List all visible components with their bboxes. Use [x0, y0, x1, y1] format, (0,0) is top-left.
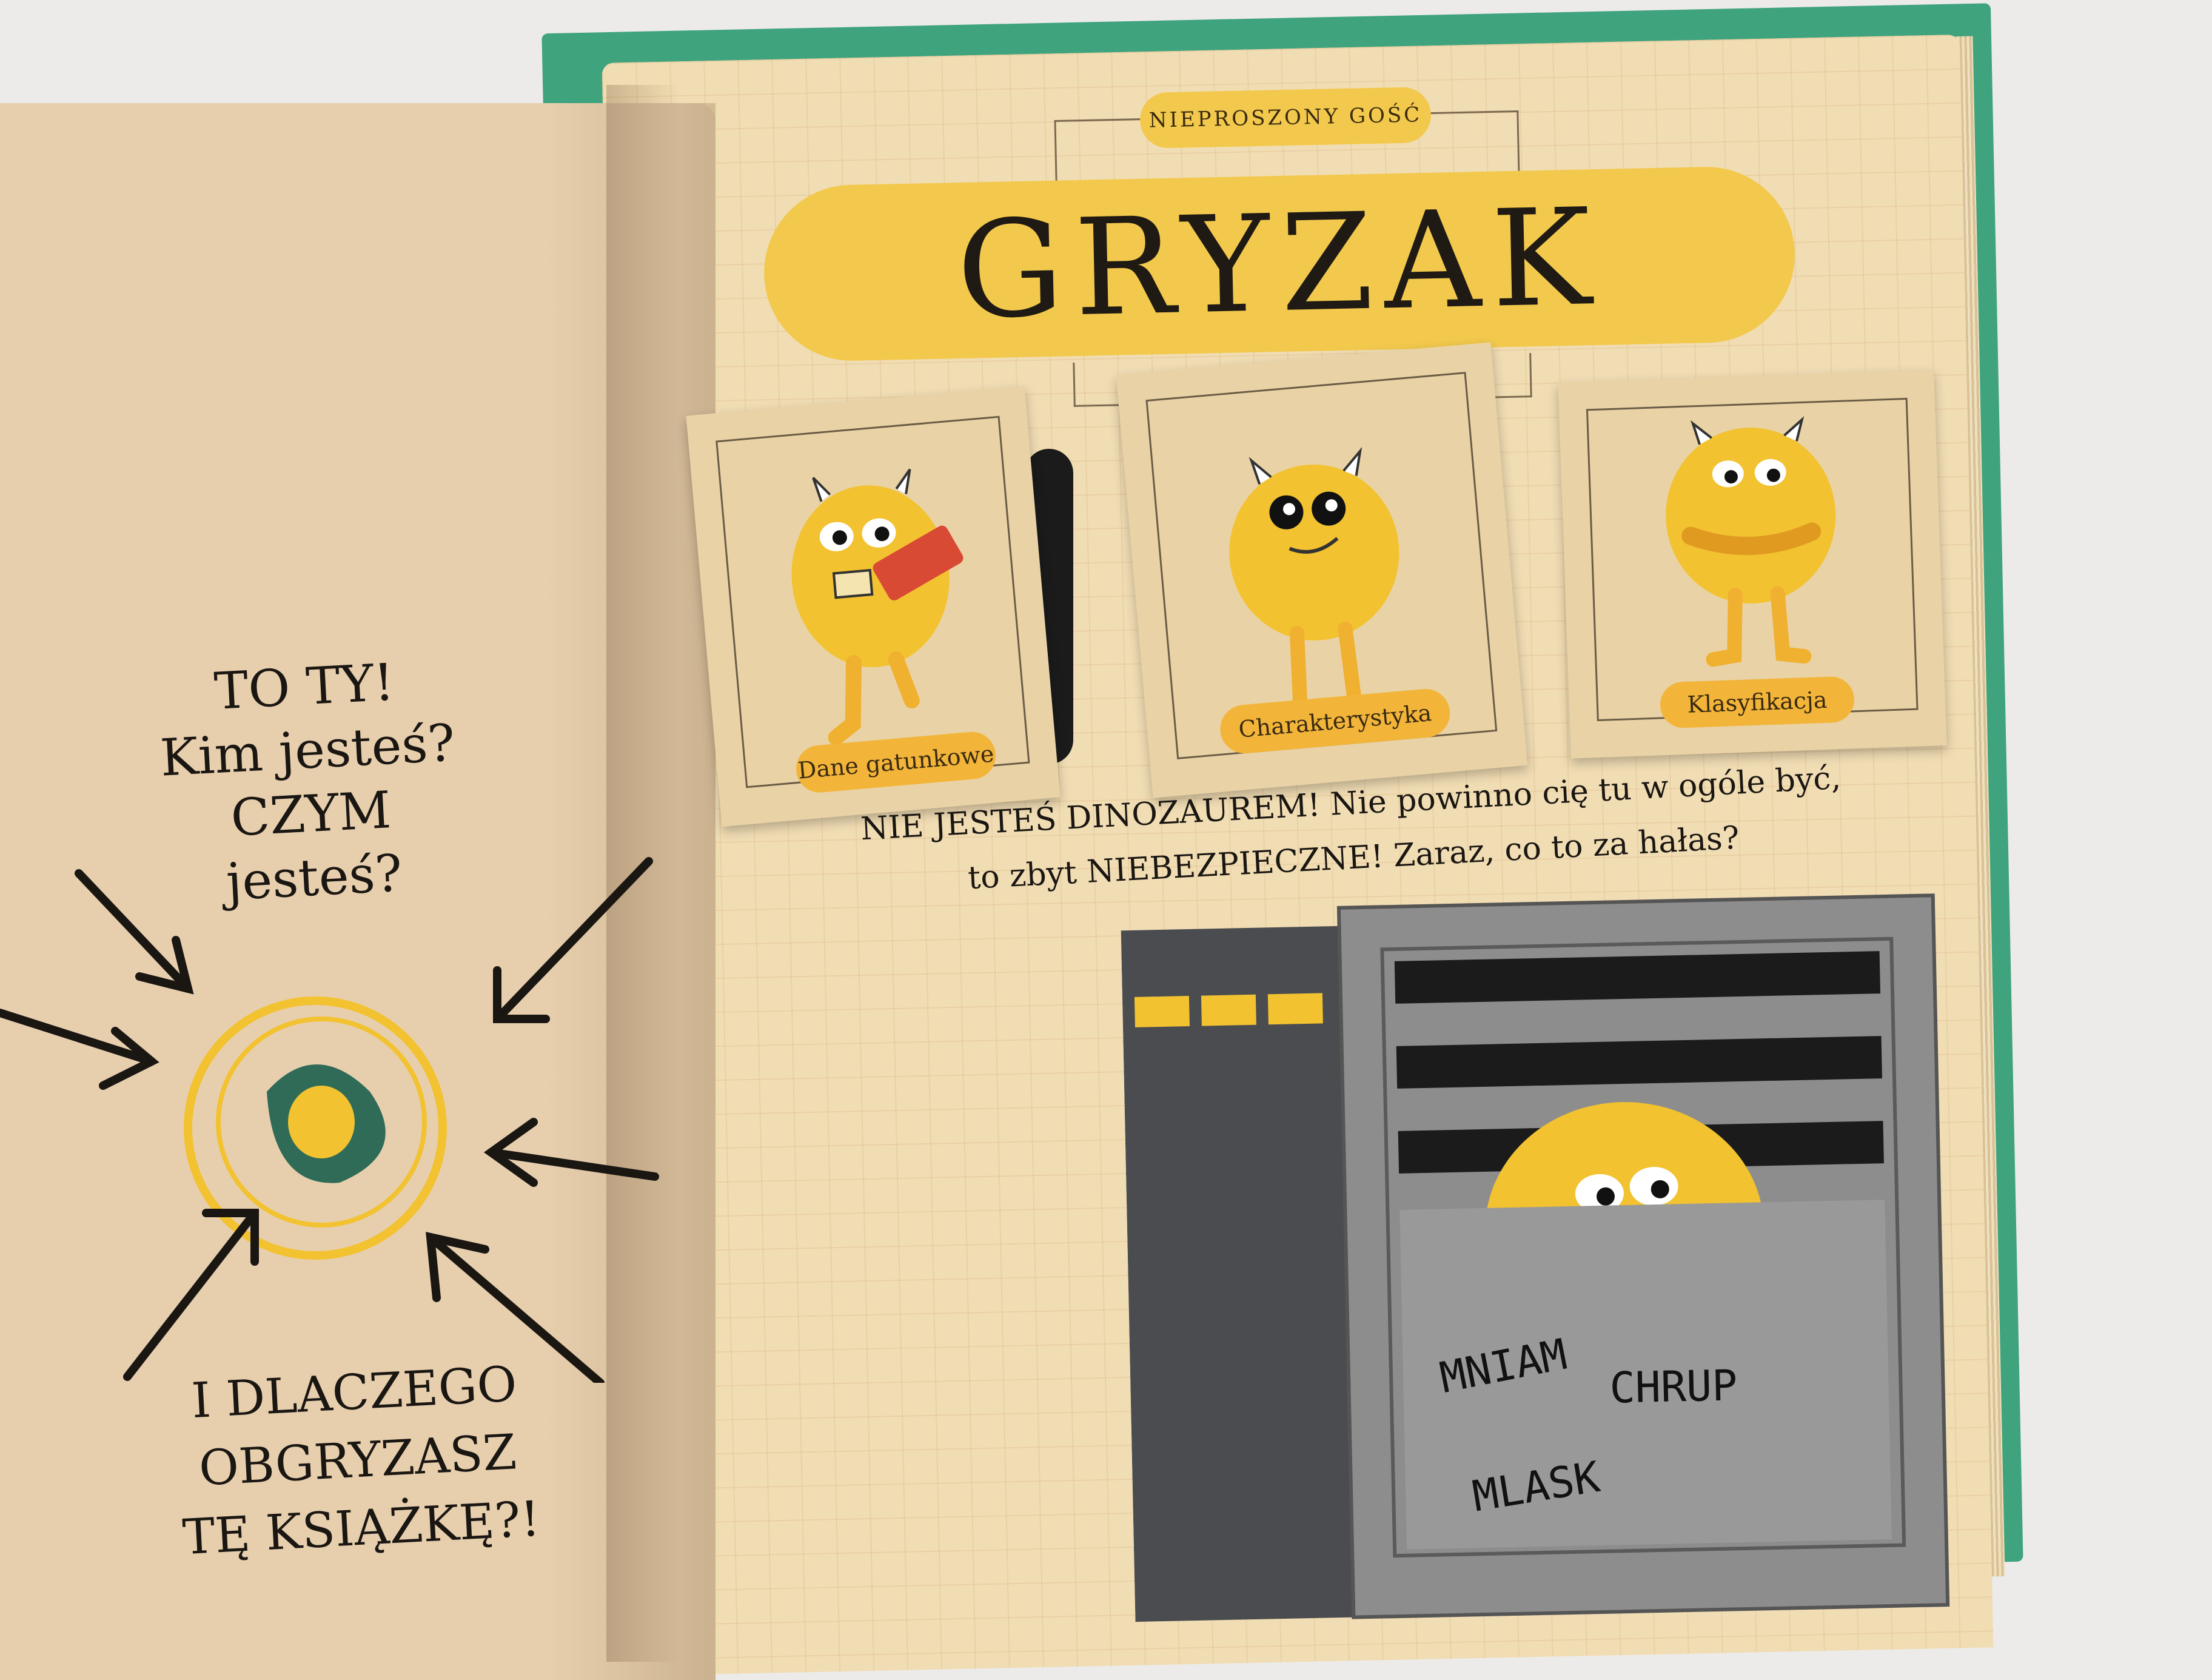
flap-klasyfikacja[interactable]: Klasyfikacja [1558, 369, 1947, 759]
monster-eating-book-illustration [791, 468, 964, 746]
left-page-question: I DLACZEGO OBGRYZASZ TĘ KSIĄŻKĘ?! [159, 1348, 557, 1572]
page-title: GRYZAK [955, 179, 1604, 349]
metal-gate: MNIAM CHRUP MLASK [1121, 883, 1960, 1628]
monster-arms-crossed-illustration [1666, 416, 1836, 667]
flap-charakterystyka[interactable]: Charakterystyka [1116, 342, 1528, 798]
gate-illustration [1121, 893, 1950, 1622]
flap-dane-gatunkowe[interactable]: Dane gatunkowe [686, 386, 1061, 827]
monster-standing-illustration [1229, 446, 1399, 718]
kicker-label: NIEPROSZONY GOŚĆ [1139, 86, 1432, 149]
flap-tag: Klasyfikacja [1659, 676, 1855, 729]
sound-chrup: CHRUP [1609, 1360, 1738, 1413]
arrows-and-circle-illustration [0, 857, 659, 1383]
title-band: GRYZAK [762, 165, 1797, 363]
